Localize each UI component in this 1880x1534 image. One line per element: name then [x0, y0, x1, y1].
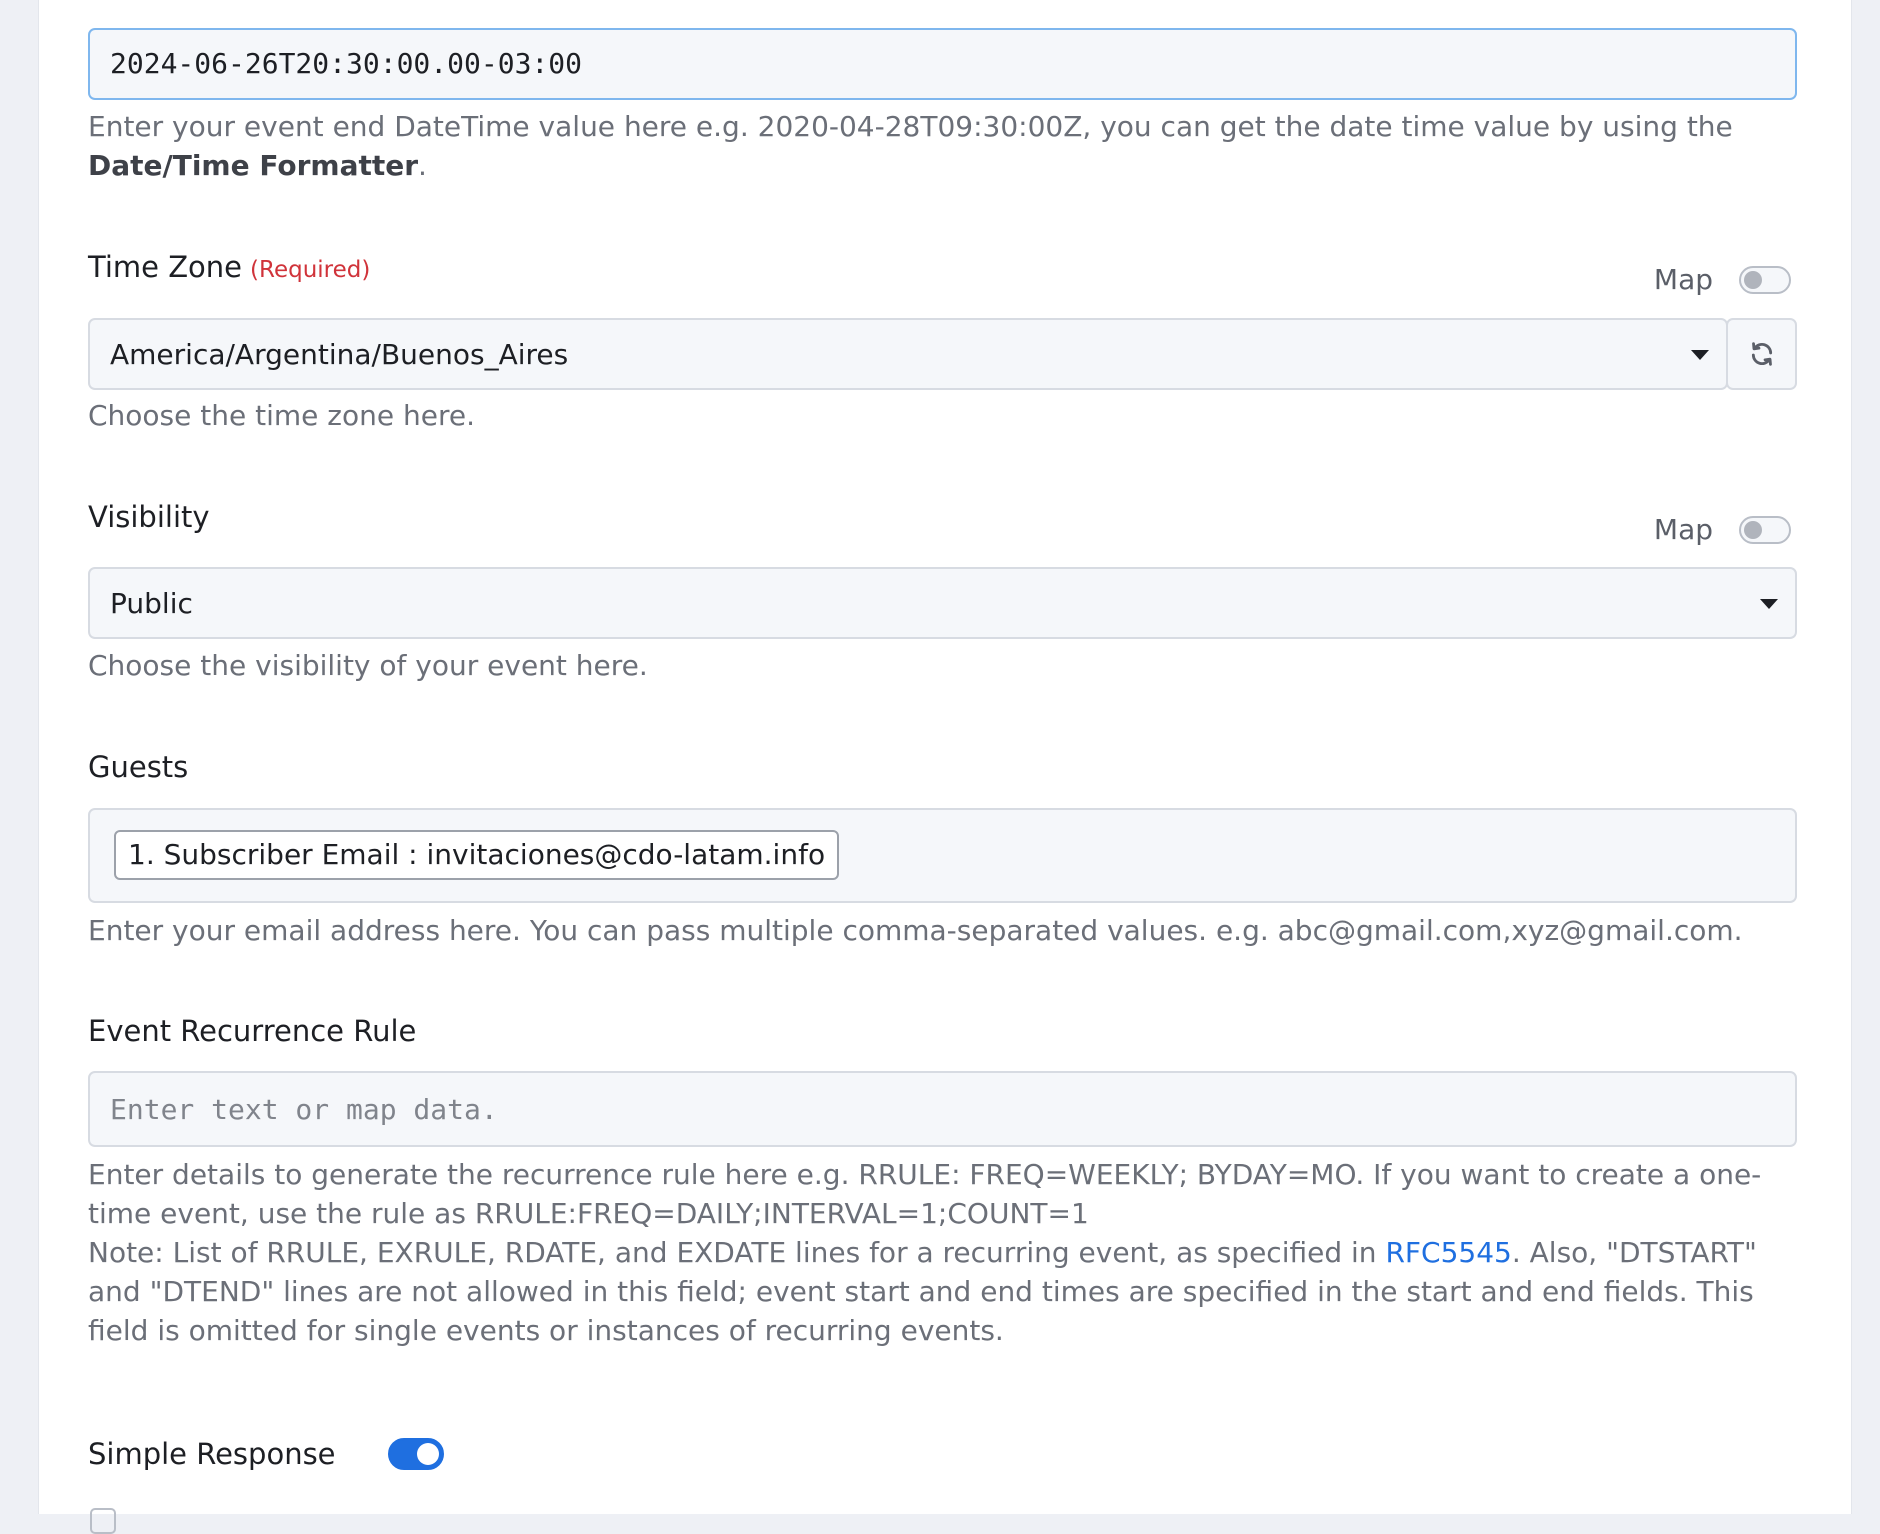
time-zone-map-toggle[interactable] — [1739, 265, 1791, 294]
map-label: Map — [1653, 513, 1713, 546]
time-zone-refresh-button[interactable] — [1726, 318, 1797, 390]
time-zone-help: Choose the time zone here. — [88, 399, 475, 432]
time-zone-select[interactable]: America/Argentina/Buenos_Aires — [88, 318, 1728, 390]
recurrence-label: Event Recurrence Rule — [88, 1014, 417, 1048]
refresh-icon — [1751, 342, 1772, 366]
rfc5545-link[interactable]: RFC5545 — [1385, 1236, 1511, 1269]
visibility-help: Choose the visibility of your event here… — [88, 649, 648, 682]
datetime-formatter-link[interactable]: Date/Time Formatter — [88, 149, 418, 182]
time-zone-map-switch: Map — [1654, 263, 1791, 296]
visibility-value: Public — [110, 587, 193, 620]
checkbox[interactable] — [90, 1508, 116, 1534]
guests-label: Guests — [88, 750, 189, 784]
time-zone-label: Time Zone (Required) — [88, 250, 371, 284]
recurrence-placeholder: Enter text or map data. — [110, 1093, 498, 1126]
visibility-map-toggle[interactable] — [1739, 515, 1791, 544]
visibility-select[interactable]: Public — [88, 567, 1797, 639]
recurrence-help: Enter details to generate the recurrence… — [88, 1158, 1762, 1347]
visibility-label: Visibility — [88, 500, 210, 534]
form-panel: 2024-06-26T20:30:00.00-03:00 Enter your … — [38, 0, 1852, 1534]
end-datetime-input[interactable]: 2024-06-26T20:30:00.00-03:00 — [88, 28, 1797, 100]
chevron-down-icon — [1760, 599, 1778, 609]
visibility-map-switch: Map — [1654, 513, 1791, 546]
map-label: Map — [1653, 263, 1713, 296]
simple-response-label: Simple Response — [88, 1437, 336, 1471]
recurrence-input[interactable]: Enter text or map data. — [88, 1071, 1797, 1147]
time-zone-value: America/Argentina/Buenos_Aires — [110, 338, 569, 371]
simple-response-toggle[interactable] — [388, 1438, 444, 1470]
end-datetime-value: 2024-06-26T20:30:00.00-03:00 — [110, 47, 583, 80]
guests-input[interactable]: 1. Subscriber Email : invitaciones@cdo-l… — [88, 808, 1797, 903]
chevron-down-icon — [1691, 350, 1709, 360]
guest-chip[interactable]: 1. Subscriber Email : invitaciones@cdo-l… — [114, 830, 840, 880]
end-datetime-help: Enter your event end DateTime value here… — [88, 110, 1733, 182]
required-badge: (Required) — [250, 257, 371, 283]
guests-help: Enter your email address here. You can p… — [88, 914, 1743, 947]
